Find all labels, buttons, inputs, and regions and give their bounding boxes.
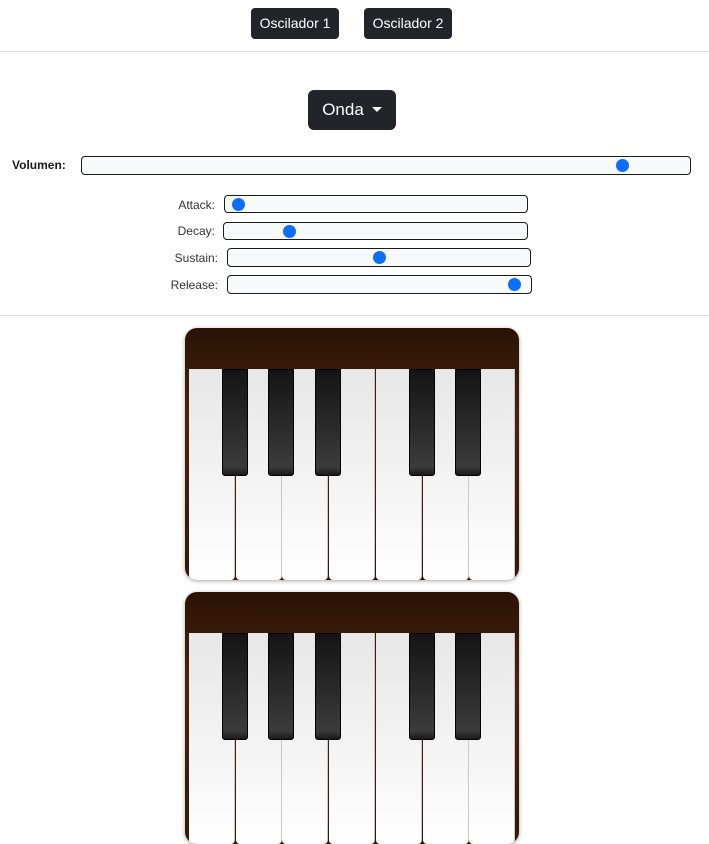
sustain-slider-thumb[interactable] <box>372 251 386 264</box>
black-key[interactable] <box>268 369 295 476</box>
wave-dropdown-button[interactable]: Onda <box>308 90 396 130</box>
caret-down-icon <box>371 107 382 112</box>
black-key[interactable] <box>315 369 342 476</box>
release-label: Release: <box>170 278 218 292</box>
release-slider[interactable] <box>227 275 532 294</box>
tab-oscilador-1[interactable]: Oscilador 1 <box>251 8 339 39</box>
wave-dropdown-label: Onda <box>322 100 364 119</box>
volume-label: Volumen: <box>12 158 66 172</box>
decay-slider[interactable] <box>223 222 528 240</box>
sustain-label: Sustain: <box>174 251 218 265</box>
decay-slider-thumb[interactable] <box>282 224 296 238</box>
volume-slider-thumb[interactable] <box>616 159 630 172</box>
black-key[interactable] <box>221 633 248 740</box>
piano-keyboard-1 <box>185 328 519 580</box>
divider-bottom <box>0 315 709 316</box>
black-key[interactable] <box>408 633 435 740</box>
oscillator-tabs: Oscilador 1 Oscilador 2 <box>0 8 709 39</box>
black-key[interactable] <box>268 633 295 740</box>
attack-slider[interactable] <box>224 195 528 213</box>
volume-slider[interactable] <box>81 156 691 175</box>
black-key[interactable] <box>455 633 482 740</box>
tab-oscilador-2[interactable]: Oscilador 2 <box>364 8 452 39</box>
attack-slider-thumb[interactable] <box>232 197 246 211</box>
black-key[interactable] <box>408 369 435 476</box>
black-key[interactable] <box>315 633 342 740</box>
decay-label: Decay: <box>177 224 215 238</box>
piano-keyboard-2 <box>185 592 519 844</box>
release-slider-thumb[interactable] <box>507 278 521 291</box>
black-key[interactable] <box>455 369 482 476</box>
divider-top <box>0 51 709 52</box>
attack-label: Attack: <box>178 198 215 212</box>
black-key[interactable] <box>221 369 248 476</box>
sustain-slider[interactable] <box>227 248 531 267</box>
